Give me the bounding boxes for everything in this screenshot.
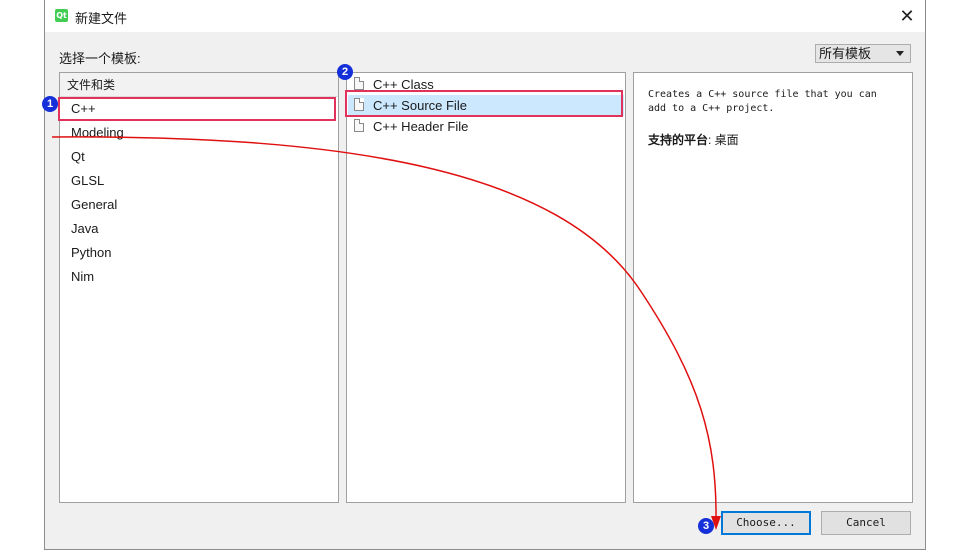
step-badge-3: 3: [698, 518, 714, 534]
step-badge-2: 2: [337, 64, 353, 80]
guide-arrow: [51, 136, 721, 530]
step-badge-1: 1: [42, 96, 58, 112]
guide-arrow-path: [51, 136, 717, 523]
